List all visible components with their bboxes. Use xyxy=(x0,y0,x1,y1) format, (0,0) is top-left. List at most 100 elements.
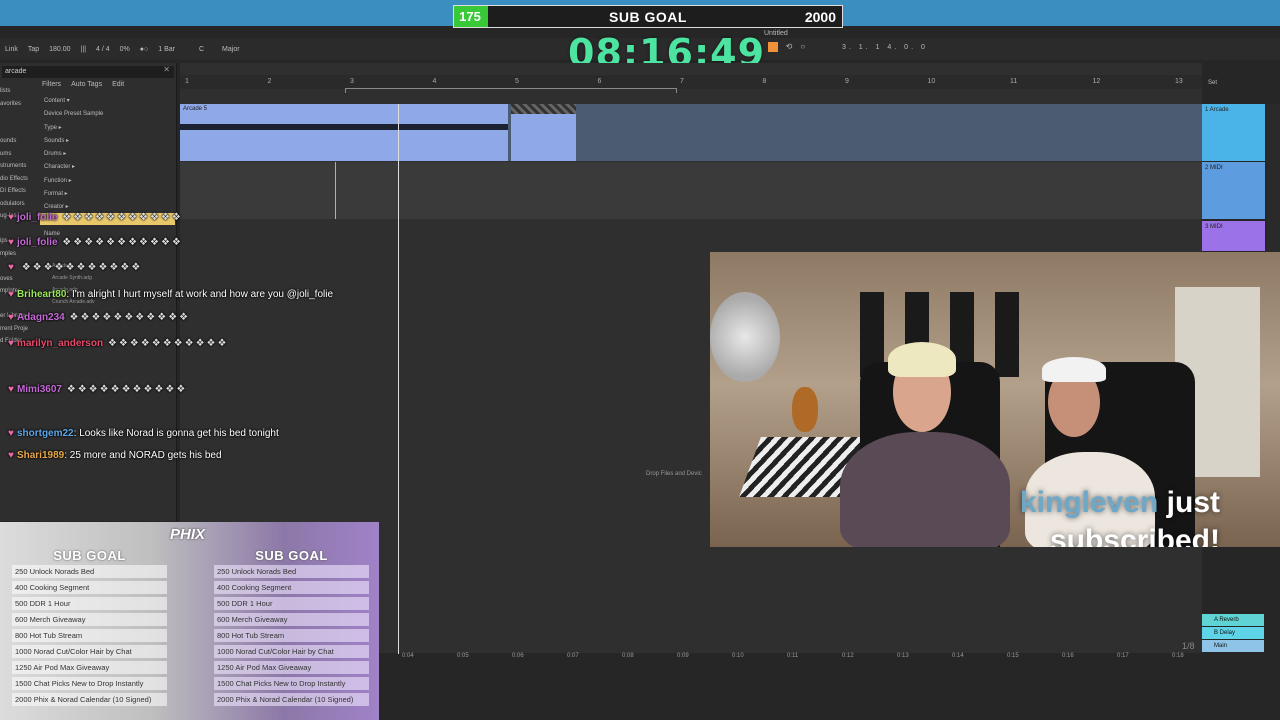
metronome-icon[interactable]: ||| xyxy=(76,46,91,53)
record-dot-icon[interactable]: ●○ xyxy=(135,46,153,53)
audio-clip[interactable]: Arcade 5 xyxy=(180,104,508,161)
track-header-1[interactable]: 1 Arcade xyxy=(1202,104,1265,161)
chat-username[interactable]: Adagn234 xyxy=(17,312,65,323)
sub-goal-item: 2000 Phix & Norad Calendar (10 Signed) xyxy=(214,693,369,706)
ruler-mark: 3 xyxy=(350,78,354,85)
sidebar-item[interactable]: lists xyxy=(0,85,40,98)
sidebar-item[interactable]: struments xyxy=(0,160,40,173)
time-mark: 0:10 xyxy=(732,653,744,659)
track-header-3[interactable]: 3 MIDI xyxy=(1202,221,1265,251)
badge-icon: ♥ xyxy=(8,428,14,439)
sidebar-item[interactable]: ums xyxy=(0,148,40,161)
close-icon[interactable]: ✕ xyxy=(163,65,170,74)
filter-item[interactable]: Character ▸ xyxy=(44,161,103,174)
sub-goal-item: 800 Hot Tub Stream xyxy=(12,629,167,642)
return-track-2[interactable]: B Delay xyxy=(1202,627,1264,639)
sub-goal-column-title: SUB GOAL xyxy=(53,548,126,563)
chat-text: Looks like Norad is gonna get his bed to… xyxy=(79,428,279,439)
chat-username[interactable]: Mimi3607 xyxy=(17,384,62,395)
sidebar-item[interactable]: odulators xyxy=(0,198,40,211)
ruler-mark: 7 xyxy=(680,78,684,85)
link-button[interactable]: Link xyxy=(0,46,23,53)
track-io-column[interactable] xyxy=(1267,104,1280,254)
sidebar-item[interactable] xyxy=(0,123,40,136)
bar-ruler[interactable]: 1 2 3 4 5 6 7 8 9 10 11 12 13 xyxy=(180,75,1202,89)
filter-item[interactable]: Function ▸ xyxy=(44,175,103,188)
record-button[interactable] xyxy=(767,42,778,52)
sidebar-item[interactable]: rrent Proje xyxy=(0,323,40,336)
tap-button[interactable]: Tap xyxy=(23,46,44,53)
time-mark: 0:13 xyxy=(897,653,909,659)
scale-select[interactable]: Major xyxy=(217,46,245,53)
chat-username[interactable]: shortgem22 xyxy=(17,428,74,439)
emote-icons: ❖❖❖❖❖❖❖❖❖❖❖ xyxy=(61,384,188,395)
stop-icon[interactable]: ○ xyxy=(800,42,805,52)
sub-goal-item: 1250 Air Pod Max Giveaway xyxy=(214,661,369,674)
playhead xyxy=(398,104,399,654)
phix-logo: PHIX xyxy=(169,526,205,543)
emote-icons: ❖❖❖❖❖❖❖❖❖❖❖ xyxy=(57,237,183,248)
sub-goal-column-right: SUB GOAL 250 Unlock Norads Bed 400 Cooking… xyxy=(214,548,369,709)
sidebar-item[interactable]: DI Effects xyxy=(0,185,40,198)
chat-username[interactable]: joli_folie xyxy=(17,237,58,248)
sub-goal-column-title: SUB GOAL xyxy=(255,548,328,563)
clip-hatch xyxy=(511,104,576,114)
filter-item[interactable]: Type ▸ xyxy=(44,122,103,135)
loop-position-readout[interactable]: 3. 1. 1 4. 0. 0 xyxy=(842,44,928,51)
time-mark: 0:04 xyxy=(402,653,414,659)
filter-item[interactable]: Content ▾ xyxy=(44,95,103,108)
guitar xyxy=(792,387,818,432)
time-mark: 0:18 xyxy=(1172,653,1184,659)
sub-goal-item: 400 Cooking Segment xyxy=(214,581,369,594)
time-mark: 0:06 xyxy=(512,653,524,659)
filter-item[interactable]: Sounds ▸ xyxy=(44,135,103,148)
sidebar-item[interactable]: avorites xyxy=(0,98,40,111)
sidebar-item[interactable] xyxy=(0,110,40,123)
acoustic-panel xyxy=(995,292,1019,377)
time-mark: 0:07 xyxy=(567,653,579,659)
sidebar-item[interactable] xyxy=(0,223,40,236)
browser-search-input[interactable]: arcade xyxy=(2,66,174,78)
chat-username[interactable]: marilyn_anderson xyxy=(17,338,103,349)
emote-icons: ❖❖❖❖❖❖❖❖❖❖❖ xyxy=(16,262,143,273)
sidebar-item[interactable]: ounds xyxy=(0,135,40,148)
sidebar-item[interactable]: dio Effects xyxy=(0,173,40,186)
time-mark: 0:12 xyxy=(842,653,854,659)
track-lane-2[interactable] xyxy=(180,162,1202,219)
sidebar-item[interactable]: mples xyxy=(0,248,40,261)
sub-goal-column-left: SUB GOAL 250 Unlock Norads Bed 400 Cooking… xyxy=(12,548,167,709)
badge-icon: ♥ xyxy=(8,450,14,461)
chat-message: ♥ shortgem22: Looks like Norad is gonna g… xyxy=(8,428,279,439)
ruler-mark: 13 xyxy=(1175,78,1183,85)
sub-goal-target: 2000 xyxy=(804,8,836,25)
filter-item[interactable]: Drums ▸ xyxy=(44,148,103,161)
sidebar-item[interactable]: oves xyxy=(0,273,40,286)
return-track-3[interactable]: Main xyxy=(1202,640,1264,652)
auto-tags-toggle[interactable]: Auto Tags xyxy=(71,81,102,88)
chat-username[interactable]: Shari1989 xyxy=(17,450,64,461)
file-item[interactable]: Arcade Synth.adg xyxy=(52,275,95,287)
track-header-2[interactable]: 2 MIDI xyxy=(1202,162,1265,219)
ruler-mark: 9 xyxy=(845,78,849,85)
filters-toggle[interactable]: Filters xyxy=(42,81,61,88)
filter-item[interactable]: Format ▸ xyxy=(44,188,103,201)
time-ruler[interactable]: 0:04 0:05 0:06 0:07 0:08 0:09 0:10 0:11 0:12 0:13… xyxy=(380,653,1200,665)
edit-button[interactable]: Edit xyxy=(112,81,124,88)
chat-username[interactable]: Briheart80 xyxy=(17,289,66,300)
loop-icon[interactable]: ⟲ xyxy=(786,42,793,52)
return-track-1[interactable]: A Reverb xyxy=(1202,614,1264,626)
emote-icons: ❖❖❖❖❖❖❖❖❖❖❖ xyxy=(64,312,191,323)
tempo-field[interactable]: 180.00 xyxy=(44,46,75,53)
quantize-select[interactable]: 1 Bar xyxy=(153,46,180,53)
badge-icon: ♥ xyxy=(8,312,14,323)
time-signature[interactable]: 4 / 4 xyxy=(91,46,115,53)
key-select[interactable]: C xyxy=(194,46,209,53)
set-button[interactable]: Set xyxy=(1208,80,1217,86)
badge-icon: ♥ xyxy=(8,289,14,300)
groove-percent[interactable]: 0% xyxy=(115,46,135,53)
streamer-hair xyxy=(888,342,956,377)
file-item[interactable]: Crunch Arcade.adv xyxy=(52,299,95,311)
loop-brace[interactable] xyxy=(345,88,677,93)
filter-item[interactable]: Device Preset Sample xyxy=(44,108,103,121)
chat-username[interactable]: joli_folie xyxy=(17,212,58,223)
